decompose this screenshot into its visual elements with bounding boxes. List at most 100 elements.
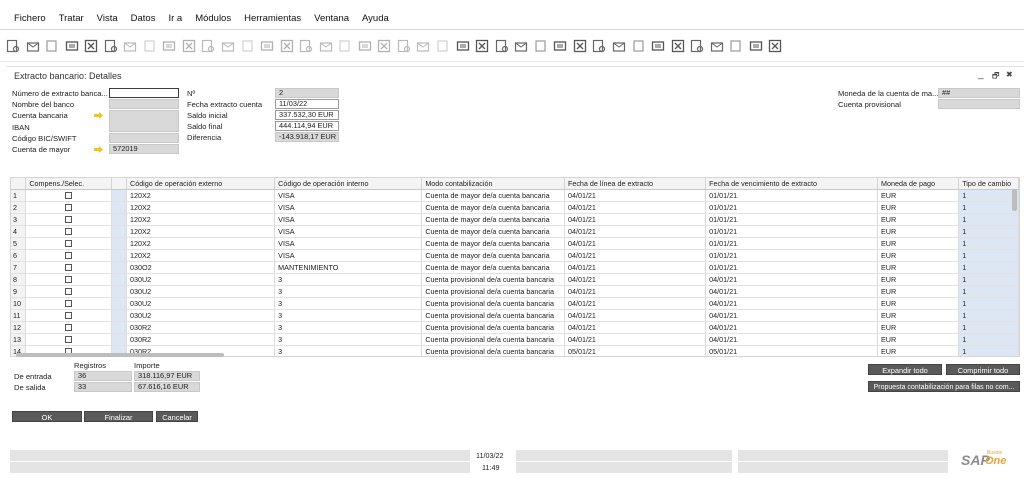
filter-icon[interactable]	[162, 39, 176, 53]
payment-currency-cell[interactable]: EUR	[877, 225, 960, 238]
internal-code-cell[interactable]: VISA	[274, 201, 423, 214]
select-checkbox-cell[interactable]	[25, 189, 113, 202]
select-checkbox[interactable]	[65, 276, 73, 284]
internal-code-cell[interactable]: 3	[274, 345, 423, 356]
sort-icon[interactable]	[338, 39, 352, 53]
row-marker-cell[interactable]	[111, 201, 127, 214]
posting-mode-cell[interactable]: Cuenta de mayor de/a cuenta bancaria	[421, 249, 565, 262]
next-record-icon[interactable]	[260, 39, 274, 53]
select-checkbox[interactable]	[65, 336, 73, 344]
internal-code-cell[interactable]: 3	[274, 309, 423, 322]
layout-icon[interactable]	[358, 39, 372, 53]
exchange-rate-cell[interactable]: 1	[958, 237, 1019, 250]
posting-mode-cell[interactable]: Cuenta de mayor de/a cuenta bancaria	[421, 225, 565, 238]
select-checkbox[interactable]	[65, 252, 73, 260]
export-word-icon[interactable]	[65, 39, 79, 53]
posting-mode-cell[interactable]: Cuenta provisional de/a cuenta bancaria	[421, 345, 565, 356]
menu-item-7[interactable]: Ventana	[314, 13, 349, 24]
table-row[interactable]: 2 120X2 VISA Cuenta de mayor de/a cuenta ba…	[11, 201, 1019, 214]
internal-code-cell[interactable]: 3	[274, 333, 423, 346]
statement-line-date-cell[interactable]: 04/01/21	[564, 285, 707, 298]
select-checkbox-cell[interactable]	[25, 213, 113, 226]
posting-mode-cell[interactable]: Cuenta provisional de/a cuenta bancaria	[421, 297, 565, 310]
table-row[interactable]: 11 030U2 3 Cuenta provisional de/a cuenta b…	[11, 309, 1019, 322]
exchange-rate-cell[interactable]: 1	[958, 261, 1019, 274]
preview-icon[interactable]	[6, 39, 20, 53]
statement-line-date-cell[interactable]: 04/01/21	[564, 213, 707, 226]
external-code-cell[interactable]: 030R2	[126, 321, 276, 334]
payment-currency-cell[interactable]: EUR	[877, 297, 960, 310]
select-checkbox[interactable]	[65, 264, 73, 272]
select-checkbox[interactable]	[65, 312, 73, 320]
exchange-rate-cell[interactable]: 1	[958, 213, 1019, 226]
table-row[interactable]: 6 120X2 VISA Cuenta de mayor de/a cuenta ba…	[11, 249, 1019, 262]
internal-code-cell[interactable]: VISA	[274, 189, 423, 202]
due-date-cell[interactable]: 04/01/21	[705, 297, 879, 310]
internal-code-cell[interactable]: MANTENIMIENTO	[274, 261, 423, 274]
exchange-rate-cell[interactable]: 1	[958, 201, 1019, 214]
select-checkbox-cell[interactable]	[25, 309, 113, 322]
posting-mode-cell[interactable]: Cuenta provisional de/a cuenta bancaria	[421, 333, 565, 346]
statement-line-date-cell[interactable]: 04/01/21	[564, 333, 707, 346]
payment-currency-cell[interactable]: EUR	[877, 285, 960, 298]
column-header-2[interactable]	[111, 178, 127, 190]
menu-item-6[interactable]: Herramientas	[244, 13, 301, 24]
posting-mode-cell[interactable]: Cuenta de mayor de/a cuenta bancaria	[421, 213, 565, 226]
table-row[interactable]: 4 120X2 VISA Cuenta de mayor de/a cuenta ba…	[11, 225, 1019, 238]
due-date-cell[interactable]: 04/01/21	[705, 333, 879, 346]
select-checkbox[interactable]	[65, 300, 73, 308]
send-email-icon[interactable]	[45, 39, 59, 53]
exchange-rate-cell[interactable]: 1	[958, 297, 1019, 310]
payment-currency-cell[interactable]: EUR	[877, 309, 960, 322]
payment-currency-cell[interactable]: EUR	[877, 249, 960, 262]
statement-line-date-cell[interactable]: 04/01/21	[564, 225, 707, 238]
opening-balance-field[interactable]: 337.532,30 EUR	[275, 110, 339, 120]
due-date-cell[interactable]: 05/01/21	[705, 345, 879, 356]
internal-code-cell[interactable]: VISA	[274, 237, 423, 250]
form-settings-icon[interactable]	[377, 39, 391, 53]
column-header-3[interactable]: Código de operación externo	[126, 178, 276, 190]
row-marker-cell[interactable]	[111, 273, 127, 286]
pdf-icon[interactable]	[104, 39, 118, 53]
payment-currency-cell[interactable]: EUR	[877, 201, 960, 214]
exchange-rate-cell[interactable]: 1	[958, 285, 1019, 298]
restore-icon[interactable]: 🗗	[992, 70, 1000, 84]
external-code-cell[interactable]: 030R2	[126, 333, 276, 346]
internal-code-cell[interactable]: 3	[274, 297, 423, 310]
menu-item-4[interactable]: Ir a	[168, 13, 182, 24]
select-checkbox[interactable]	[65, 240, 73, 248]
add-icon[interactable]	[201, 39, 215, 53]
cancel-button[interactable]: Cancelar	[156, 411, 198, 422]
internal-code-cell[interactable]: 3	[274, 321, 423, 334]
journal-icon[interactable]	[495, 39, 509, 53]
table-row[interactable]: 12 030R2 3 Cuenta provisional de/a cuenta b…	[11, 321, 1019, 334]
minimize-icon[interactable]: _	[978, 69, 984, 80]
select-checkbox-cell[interactable]	[25, 201, 113, 214]
internal-code-cell[interactable]: 3	[274, 273, 423, 286]
due-date-cell[interactable]: 04/01/21	[705, 273, 879, 286]
exchange-rate-cell[interactable]: 1	[958, 273, 1019, 286]
statement-number-field[interactable]	[109, 88, 179, 98]
payment-currency-cell[interactable]: EUR	[877, 261, 960, 274]
select-checkbox-cell[interactable]	[25, 273, 113, 286]
column-header-8[interactable]: Moneda de pago	[877, 178, 960, 190]
column-header-1[interactable]: Compens./Selec.	[25, 178, 113, 190]
select-checkbox[interactable]	[65, 288, 73, 296]
internal-code-cell[interactable]: VISA	[274, 225, 423, 238]
select-checkbox-cell[interactable]	[25, 297, 113, 310]
exchange-rate-cell[interactable]: 1	[958, 333, 1019, 346]
statement-line-date-cell[interactable]: 04/01/21	[564, 249, 707, 262]
statement-line-date-cell[interactable]: 04/01/21	[564, 321, 707, 334]
bank-account-link-arrow-icon[interactable]	[94, 112, 103, 119]
select-checkbox[interactable]	[65, 228, 73, 236]
posting-mode-cell[interactable]: Cuenta provisional de/a cuenta bancaria	[421, 309, 565, 322]
exchange-rate-cell[interactable]: 1	[958, 321, 1019, 334]
message-ext-icon[interactable]	[553, 39, 567, 53]
move-icon[interactable]	[143, 39, 157, 53]
lock-icon[interactable]	[397, 39, 411, 53]
exchange-rate-cell[interactable]: 1	[958, 249, 1019, 262]
table-row[interactable]: 9 030U2 3 Cuenta provisional de/a cuenta ba…	[11, 285, 1019, 298]
statement-date-field[interactable]: 11/03/22	[275, 99, 339, 109]
table-row[interactable]: 13 030R2 3 Cuenta provisional de/a cuenta b…	[11, 333, 1019, 346]
gl-account-link-arrow-icon[interactable]	[94, 146, 103, 153]
